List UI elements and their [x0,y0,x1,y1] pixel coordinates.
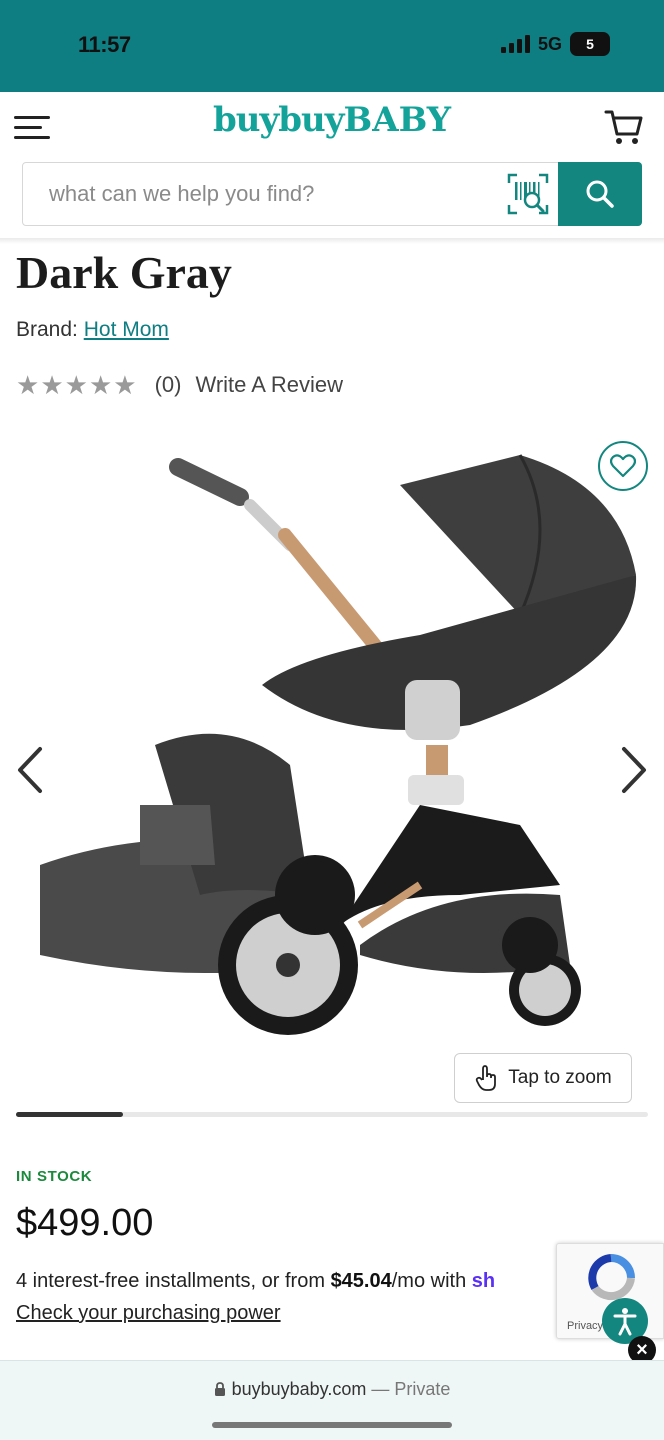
star-icon: ★ [113,370,137,400]
lock-icon [214,1382,225,1396]
search-input[interactable] [23,163,498,225]
chevron-left-icon[interactable] [12,743,46,797]
url-domain: buybuybaby.com [231,1379,367,1399]
rating-row: ★ ★ ★ ★ ★ (0) Write A Review [16,372,343,398]
network-label: 5G [537,33,562,54]
url-separator: — [366,1379,395,1399]
tap-to-zoom-button[interactable]: Tap to zoom [454,1053,632,1103]
barcode-scan-icon[interactable] [507,173,549,215]
favorite-button[interactable] [598,441,648,491]
installments-text: 4 interest-free installments, or from $4… [16,1270,556,1293]
buybuybaby-logo[interactable]: buybuyBABY [0,100,664,140]
logo-text-buybuy: buybuy [212,100,344,140]
status-indicators: 5G 5 [500,32,610,56]
heart-icon [610,454,636,478]
search-icon [586,180,614,208]
stroller-product-image [40,454,637,1035]
write-review-link[interactable]: Write A Review [195,372,343,398]
star-icon: ★ [88,370,113,400]
installments-provider[interactable]: sh [472,1270,495,1292]
cart-icon[interactable] [604,108,644,146]
battery-level: 5 [586,36,594,52]
tap-hand-icon [476,1065,497,1091]
signal-icon [500,35,530,53]
brand-link[interactable]: Hot Mom [84,318,169,341]
stock-status: IN STOCK [16,1168,93,1185]
status-time: 11:57 [78,32,131,57]
accessibility-icon [613,1308,637,1336]
review-count: (0) [154,372,182,397]
star-rating: ★ ★ ★ ★ ★ [16,372,137,398]
installments-prefix: 4 interest-free installments, or from [16,1270,331,1292]
url-display[interactable]: buybuybaby.com — Private [0,1379,664,1400]
star-icon: ★ [64,370,88,400]
search-bar [22,162,642,226]
header-divider [0,238,664,244]
chevron-right-icon[interactable] [618,743,652,797]
tap-to-zoom-label: Tap to zoom [508,1067,612,1088]
home-indicator[interactable] [212,1422,452,1428]
star-icon: ★ [40,370,64,400]
product-title: Dark Gray [16,247,232,298]
product-price: $499.00 [16,1202,154,1244]
recaptcha-icon [588,1254,635,1301]
private-mode-label: Private [394,1379,451,1399]
check-purchasing-power-link[interactable]: Check your purchasing power [16,1302,281,1325]
battery-icon: 5 [570,32,610,56]
gallery-progress-fill [16,1112,124,1117]
browser-url-bar[interactable]: buybuybaby.com — Private [0,1360,664,1440]
installments-suffix: /mo with [391,1270,472,1292]
status-bar: 11:57 5G 5 [0,0,664,92]
site-header: buybuyBABY [0,92,664,162]
brand-row: Brand: Hot Mom [16,318,169,342]
brand-label: Brand: [16,318,78,341]
product-image-gallery[interactable]: Tap to zoom [0,425,664,1115]
gallery-progress [16,1112,648,1117]
installments-amount: $45.04 [330,1270,392,1292]
star-icon: ★ [16,370,40,400]
search-button[interactable] [558,162,642,226]
logo-text-baby: BABY [343,100,452,140]
